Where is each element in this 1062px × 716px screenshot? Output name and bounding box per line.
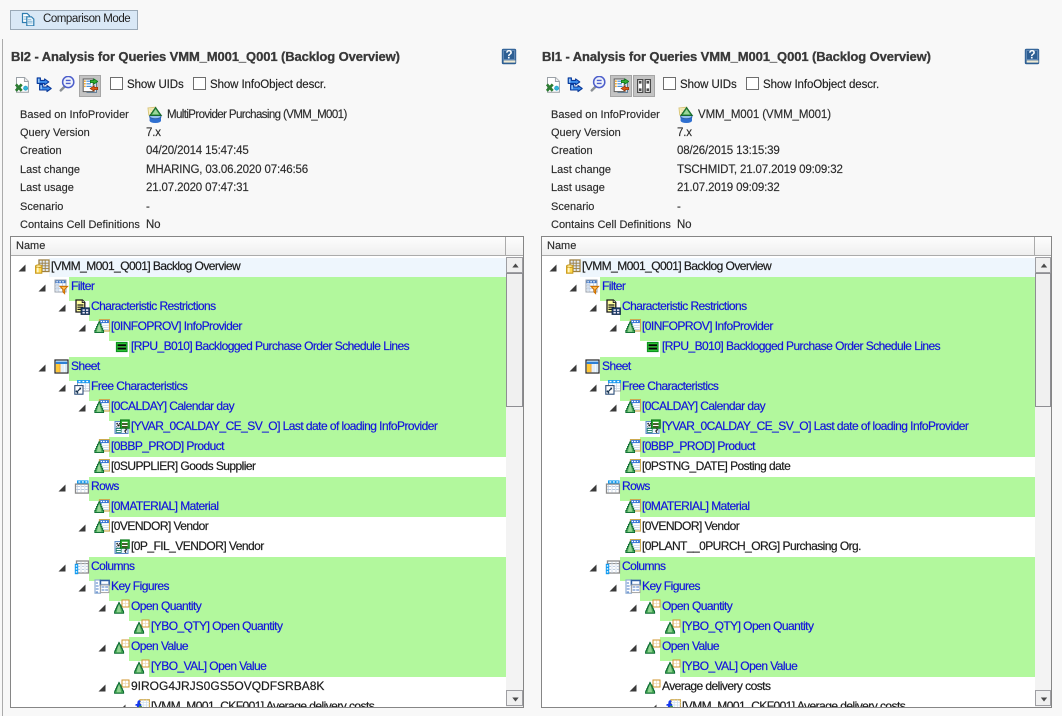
svg-text:?: ? <box>505 50 512 62</box>
svg-text:?: ? <box>1028 50 1035 62</box>
